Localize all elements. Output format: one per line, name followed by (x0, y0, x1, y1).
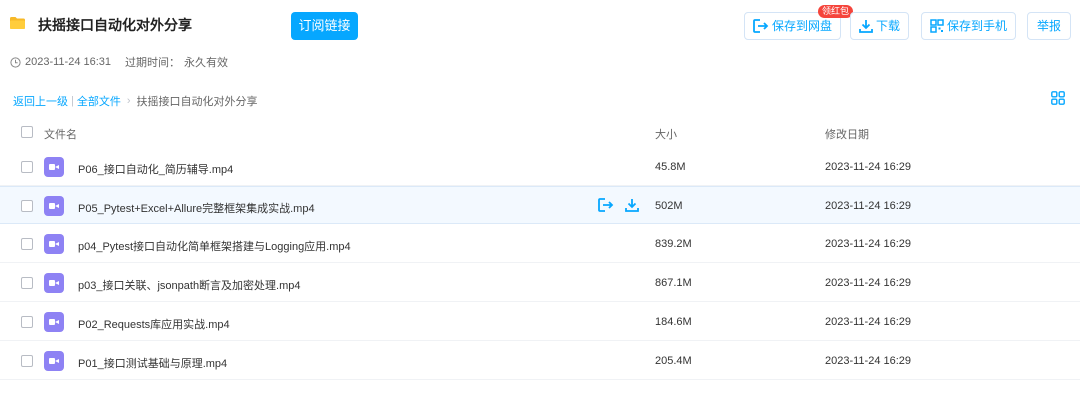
video-file-icon (44, 312, 64, 332)
share-meta: 2023-11-24 16:31 过期时间： 永久有效 (10, 54, 228, 70)
file-row[interactable]: P02_Requests库应用实战.mp4 184.6M 2023-11-24 … (0, 303, 1080, 341)
save-to-phone-button[interactable]: 保存到手机 (921, 12, 1017, 40)
row-checkbox[interactable] (21, 277, 33, 289)
file-date: 2023-11-24 16:29 (825, 277, 912, 289)
download-button[interactable]: 下载 (850, 12, 910, 40)
grid-view-icon[interactable] (1051, 91, 1065, 105)
download-icon[interactable] (625, 198, 639, 212)
video-file-icon (44, 196, 64, 216)
file-row[interactable]: P01_接口测试基础与原理.mp4 205.4M 2023-11-24 16:2… (0, 342, 1080, 380)
subscribe-link-button[interactable]: 订阅链接 (291, 12, 358, 40)
save-to-disk-icon (753, 19, 769, 33)
breadcrumb-arrow: › (126, 95, 131, 107)
file-size: 205.4M (655, 355, 692, 367)
folder-icon (10, 17, 25, 29)
row-checkbox[interactable] (21, 316, 33, 328)
expire-label: 过期时间： (125, 57, 181, 69)
qr-phone-icon (930, 19, 944, 33)
breadcrumb-separator: | (71, 95, 74, 107)
back-link[interactable]: 返回上一级 (13, 93, 68, 109)
file-row[interactable]: P05_Pytest+Excel+Allure完整框架集成实战.mp4 502M… (0, 186, 1080, 224)
report-label: 举报 (1037, 19, 1062, 33)
file-name[interactable]: P02_Requests库应用实战.mp4 (78, 316, 230, 332)
row-checkbox[interactable] (21, 161, 33, 173)
red-packet-badge[interactable]: 领红包 (818, 5, 854, 18)
row-checkbox[interactable] (21, 355, 33, 367)
download-icon (859, 20, 873, 33)
file-date: 2023-11-24 16:29 (825, 238, 912, 250)
column-name[interactable]: 文件名 (44, 126, 77, 142)
file-date: 2023-11-24 16:29 (825, 200, 912, 212)
file-name[interactable]: P06_接口自动化_简历辅导.mp4 (78, 161, 233, 177)
file-list-header: 文件名 大小 修改日期 (0, 118, 1080, 146)
share-title: 扶摇接口自动化对外分享 (38, 17, 192, 33)
file-row[interactable]: p04_Pytest接口自动化简单框架搭建与Logging应用.mp4 839.… (0, 225, 1080, 263)
file-date: 2023-11-24 16:29 (825, 355, 912, 367)
file-name[interactable]: p03_接口关联、jsonpath断言及加密处理.mp4 (78, 277, 301, 293)
file-date: 2023-11-24 16:29 (825, 316, 912, 328)
video-file-icon (44, 234, 64, 254)
row-checkbox[interactable] (21, 200, 33, 212)
file-name[interactable]: p04_Pytest接口自动化简单框架搭建与Logging应用.mp4 (78, 238, 351, 254)
file-date: 2023-11-24 16:29 (825, 161, 912, 173)
file-row[interactable]: p03_接口关联、jsonpath断言及加密处理.mp4 867.1M 2023… (0, 264, 1080, 302)
created-time: 2023-11-24 16:31 (25, 56, 112, 68)
share-header: 扶摇接口自动化对外分享 订阅链接 保存到网盘 领红包 下载 保存到手机 举报 (0, 0, 1080, 48)
clock-icon (10, 56, 21, 68)
row-checkbox[interactable] (21, 238, 33, 250)
report-button[interactable]: 举报 (1027, 12, 1072, 40)
select-all-checkbox[interactable] (21, 126, 33, 138)
breadcrumb: 返回上一级 | 全部文件 › 扶摇接口自动化对外分享 (13, 93, 258, 109)
file-size: 184.6M (655, 316, 692, 328)
expire-value: 永久有效 (184, 57, 229, 69)
file-size: 839.2M (655, 238, 692, 250)
save-to-phone-label: 保存到手机 (947, 19, 1008, 33)
download-label: 下载 (876, 19, 901, 33)
file-size: 867.1M (655, 277, 692, 289)
column-date[interactable]: 修改日期 (825, 126, 869, 142)
breadcrumb-current: 扶摇接口自动化对外分享 (136, 96, 258, 108)
video-file-icon (44, 351, 64, 371)
all-files-link[interactable]: 全部文件 (77, 93, 121, 109)
column-size[interactable]: 大小 (655, 126, 677, 142)
file-size: 45.8M (655, 161, 686, 173)
file-size: 502M (655, 200, 683, 212)
file-row[interactable]: P06_接口自动化_简历辅导.mp4 45.8M 2023-11-24 16:2… (0, 148, 1080, 186)
save-to-disk-icon[interactable] (598, 198, 614, 212)
video-file-icon (44, 157, 64, 177)
file-name[interactable]: P01_接口测试基础与原理.mp4 (78, 355, 227, 371)
video-file-icon (44, 273, 64, 293)
file-name[interactable]: P05_Pytest+Excel+Allure完整框架集成实战.mp4 (78, 200, 315, 216)
